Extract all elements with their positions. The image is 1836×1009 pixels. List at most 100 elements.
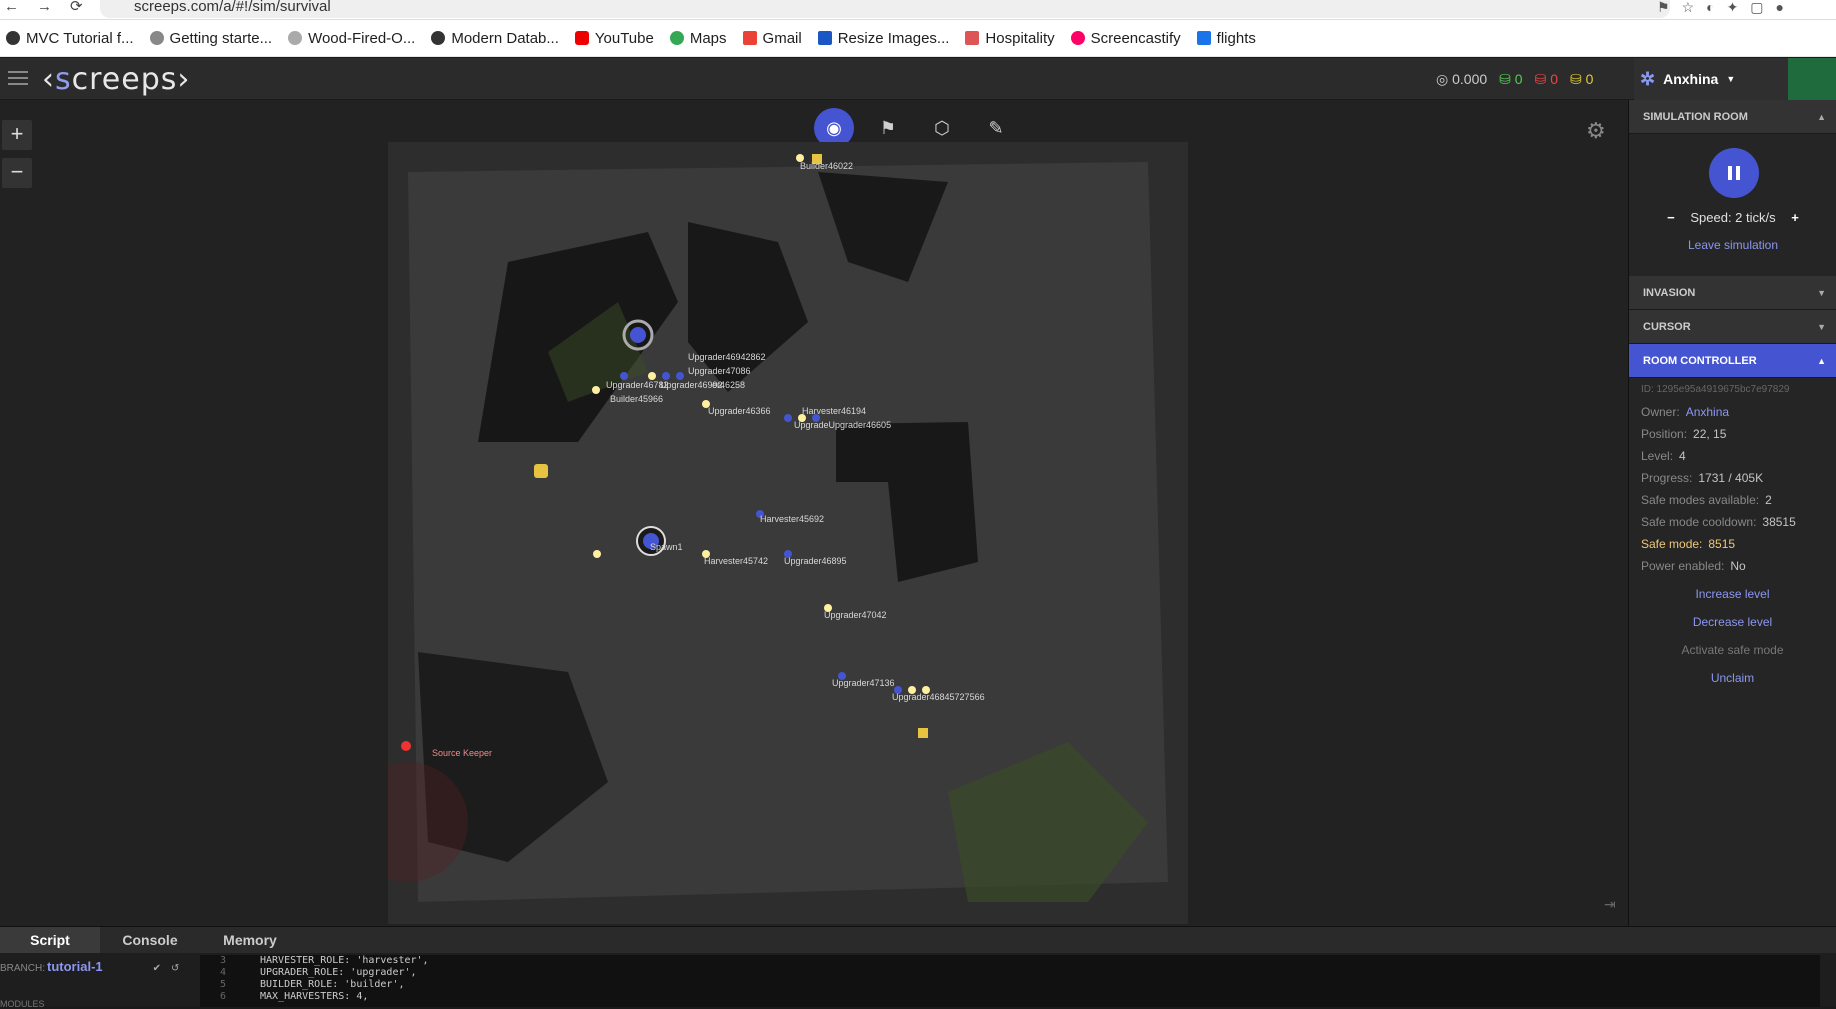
owner-row: Owner: Anxhina [1641,405,1730,419]
bookmark-item[interactable]: flights [1196,30,1256,47]
unclaim-button[interactable]: Unclaim [1641,671,1824,685]
extension-icons[interactable]: ⚑☆◐✦▢● [1657,0,1796,14]
bookmark-item[interactable]: Maps [669,30,727,47]
resize-icon [817,31,832,45]
zoom-out-button[interactable]: − [2,158,32,188]
decrease-level-button[interactable]: Decrease level [1641,615,1824,629]
globe-icon [431,31,446,45]
credits-stat: ⛁ 0 [1570,71,1594,87]
creep-icon[interactable] [620,372,628,380]
creep-label: Upgrader47042 [824,610,887,620]
creep-label: Upgrader46845727566 [892,692,985,702]
cpu-stat: ◎ 0.000 [1436,71,1488,87]
bookmark-item[interactable]: Modern Datab... [431,30,559,47]
tab-console[interactable]: Console [100,927,200,953]
bookmark-item[interactable]: Gmail [742,30,802,47]
browser-nav-icons[interactable]: ←→⟳ [4,0,101,14]
bookmark-item[interactable]: Resize Images... [817,30,949,47]
safe-mode-row: Safe mode: 8515 [1641,537,1736,551]
speed-label: Speed: 2 tick/s [1690,210,1776,225]
pause-button[interactable] [1709,148,1759,198]
room-controller-panel: ID: 1295e95a4919675bc7e97829 Owner: Anxhi… [1629,378,1836,691]
owner-link[interactable]: Anxhina [1686,405,1729,419]
app-header: ‹screeps› ◎ 0.000 ⛁ 0 ⛁ 0 ⛁ 0 ✲ Anxhina … [0,58,1836,100]
power-stat: ⛁ 0 [1534,71,1558,87]
creep-icon[interactable] [784,414,792,422]
bookmark-item[interactable]: Hospitality [965,30,1055,47]
tab-memory[interactable]: Memory [200,927,300,953]
cursor-header[interactable]: CURSOR ▼ [1629,310,1836,344]
gmail-icon [742,31,757,45]
bottom-panel: Script Console Memory BRANCH: tutorial-1 ✔… [0,926,1836,1009]
logo[interactable]: ‹screeps› [42,62,190,97]
avatar-icon: ✲ [1640,68,1656,89]
creep-icon[interactable] [676,372,684,380]
bookmark-item[interactable]: MVC Tutorial f... [6,30,134,47]
creep-label: Upgrader46366 [708,406,771,416]
revert-icon[interactable]: ↺ [171,963,179,974]
creep-icon[interactable] [592,386,600,394]
creep-label: Builder45966 [610,394,663,404]
source-keeper-icon[interactable] [401,741,411,751]
url-field[interactable]: screeps.com/a/#!/sim/survival [100,0,1670,18]
leave-simulation-link[interactable]: Leave simulation [1629,238,1836,252]
controller-id: ID: 1295e95a4919675bc7e97829 [1641,384,1790,395]
screencastify-icon [1070,31,1085,45]
chevron-down-icon: ▼ [1726,74,1736,84]
flights-icon [1196,31,1211,45]
source-icon[interactable] [534,464,548,478]
bookmark-item[interactable]: Getting starte... [149,30,272,47]
speed-decrease-button[interactable]: − [1667,210,1675,225]
simulation-panel: − Speed: 2 tick/s + Leave simulation [1629,134,1836,276]
menu-icon[interactable] [8,71,28,85]
increase-level-button[interactable]: Increase level [1641,587,1824,601]
creep-label: er46258 [712,380,745,390]
user-menu[interactable]: ✲ Anxhina ▼ [1634,58,1788,100]
modules-label: MODULES [0,999,45,1009]
zoom-in-button[interactable]: + [2,120,32,150]
creep-icon[interactable] [662,372,670,380]
creep-label: Upgrader46895 [784,556,847,566]
creep-label: Upgrader47086 [688,366,751,376]
browser-address-bar: ←→⟳ screeps.com/a/#!/sim/survival ⚑☆◐✦▢● [0,0,1836,20]
maps-icon [669,31,684,45]
creep-icon[interactable] [593,550,601,558]
branch-selector[interactable]: BRANCH: tutorial-1 ✔ ↺ [0,959,200,974]
position-row: Position: 22, 15 [1641,427,1727,441]
source-icon[interactable] [918,728,928,738]
exit-icon[interactable]: ⇥ [1604,896,1616,913]
speed-increase-button[interactable]: + [1791,210,1799,225]
room-controller-header[interactable]: ROOM CONTROLLER ▲ [1629,344,1836,378]
creep-label: Spawn1 [650,542,683,552]
code-line: 3 HARVESTER_ROLE: 'harvester', [220,955,429,966]
invasion-header[interactable]: INVASION ▼ [1629,276,1836,310]
code-line: 5 BUILDER_ROLE: 'builder', [220,979,405,990]
resource-stats: ◎ 0.000 ⛁ 0 ⛁ 0 ⛁ 0 [1436,71,1593,88]
header-extra[interactable] [1788,58,1836,100]
room-map[interactable]: Builder46022 Upgrader46942862 Upgrader4708… [388,142,1188,924]
bottom-tabs: Script Console Memory [0,927,1836,953]
chevron-down-icon: ▼ [1817,287,1826,298]
activate-safe-mode-button[interactable]: Activate safe mode [1641,643,1824,657]
bookmark-item[interactable]: Wood-Fired-O... [288,30,415,47]
creep-label: Builder46022 [800,161,853,171]
bookmark-item[interactable]: YouTube [574,30,654,47]
simulation-room-header[interactable]: SIMULATION ROOM ▲ [1629,100,1836,134]
tab-script[interactable]: Script [0,927,100,953]
chevron-up-icon: ▲ [1817,355,1826,366]
creep-label: Upgrader46942862 [688,352,766,362]
globe-icon [6,31,20,45]
bookmark-item[interactable]: Screencastify [1070,30,1181,47]
code-line: 4 UPGRADER_ROLE: 'upgrader', [220,967,417,978]
gcl-stat: ⛁ 0 [1499,71,1523,87]
youtube-icon [574,31,589,45]
code-editor[interactable]: 3 HARVESTER_ROLE: 'harvester', 4 UPGRADER_… [200,955,1820,1007]
check-icon[interactable]: ✔ [153,963,161,974]
creep-icon[interactable] [648,372,656,380]
power-enabled-row: Power enabled: No [1641,559,1746,573]
controller-core [630,327,646,343]
creep-label: Harvester46194 [802,406,866,416]
safe-modes-row: Safe modes available: 2 [1641,493,1772,507]
chevron-up-icon: ▲ [1817,111,1826,122]
gear-icon[interactable]: ⚙ [1586,118,1606,144]
